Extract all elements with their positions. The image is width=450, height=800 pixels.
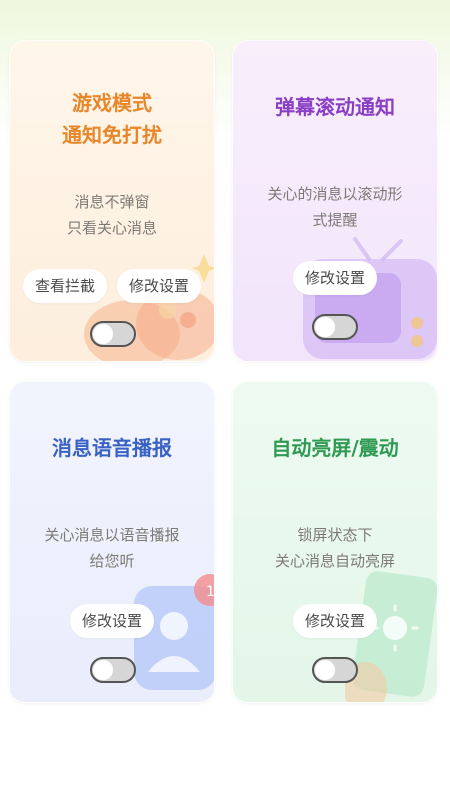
- game-mode-toggle[interactable]: [90, 321, 136, 347]
- card-title-line: 消息语音播报: [52, 436, 172, 460]
- card-description: 关心消息以语音播报 给您听: [10, 522, 214, 574]
- card-description: 关心的消息以滚动形 式提醒: [233, 181, 437, 233]
- toggle-knob: [315, 660, 335, 680]
- card-voice-broadcast: 1 消息语音播报 关心消息以语音播报 给您听 修改设置: [9, 381, 215, 703]
- card-title: 消息语音播报: [10, 432, 214, 464]
- svg-text:1: 1: [206, 584, 215, 600]
- card-title-line: 弹幕滚动通知: [275, 95, 395, 119]
- card-description-line: 关心消息以语音播报: [44, 526, 180, 544]
- card-auto-screen-on: 自动亮屏/震动 锁屏状态下 关心消息自动亮屏 修改设置: [232, 381, 438, 703]
- card-title: 弹幕滚动通知: [233, 91, 437, 123]
- card-actions: 修改设置: [10, 604, 214, 638]
- card-barrage-notify: 弹幕滚动通知 关心的消息以滚动形 式提醒 修改设置: [232, 40, 438, 362]
- card-title: 游戏模式 通知免打扰: [10, 87, 214, 151]
- view-blocked-button[interactable]: 查看拦截: [22, 269, 107, 303]
- card-title-line: 游戏模式: [72, 91, 152, 115]
- voice-broadcast-toggle[interactable]: [90, 657, 136, 683]
- toggle-knob: [315, 317, 335, 337]
- card-description-line: 式提醒: [312, 211, 358, 229]
- card-title-line: 自动亮屏/震动: [271, 436, 399, 460]
- modify-settings-button[interactable]: 修改设置: [69, 604, 154, 638]
- card-description-line: 关心消息自动亮屏: [274, 552, 395, 570]
- modify-settings-button[interactable]: 修改设置: [292, 604, 377, 638]
- modify-settings-button[interactable]: 修改设置: [292, 261, 377, 295]
- card-title-line: 通知免打扰: [62, 123, 162, 147]
- card-description-line: 只看关心消息: [66, 219, 157, 237]
- card-title: 自动亮屏/震动: [233, 432, 437, 464]
- card-actions: 查看拦截 修改设置: [10, 269, 214, 303]
- card-actions: 修改设置: [233, 261, 437, 295]
- card-description: 消息不弹窗 只看关心消息: [10, 189, 214, 241]
- auto-screen-on-toggle[interactable]: [312, 657, 358, 683]
- toggle-knob: [93, 324, 113, 344]
- card-actions: 修改设置: [233, 604, 437, 638]
- card-game-mode: 游戏模式 通知免打扰 消息不弹窗 只看关心消息 查看拦截 修改设置: [9, 40, 215, 362]
- barrage-notify-toggle[interactable]: [312, 314, 358, 340]
- card-description-line: 关心的消息以滚动形: [267, 185, 403, 203]
- card-description-line: 消息不弹窗: [74, 193, 150, 211]
- card-description-line: 锁屏状态下: [297, 526, 373, 544]
- toggle-knob: [93, 660, 113, 680]
- card-description-line: 给您听: [89, 552, 135, 570]
- card-description: 锁屏状态下 关心消息自动亮屏: [233, 522, 437, 574]
- modify-settings-button[interactable]: 修改设置: [117, 269, 202, 303]
- tv-icon: [303, 237, 437, 359]
